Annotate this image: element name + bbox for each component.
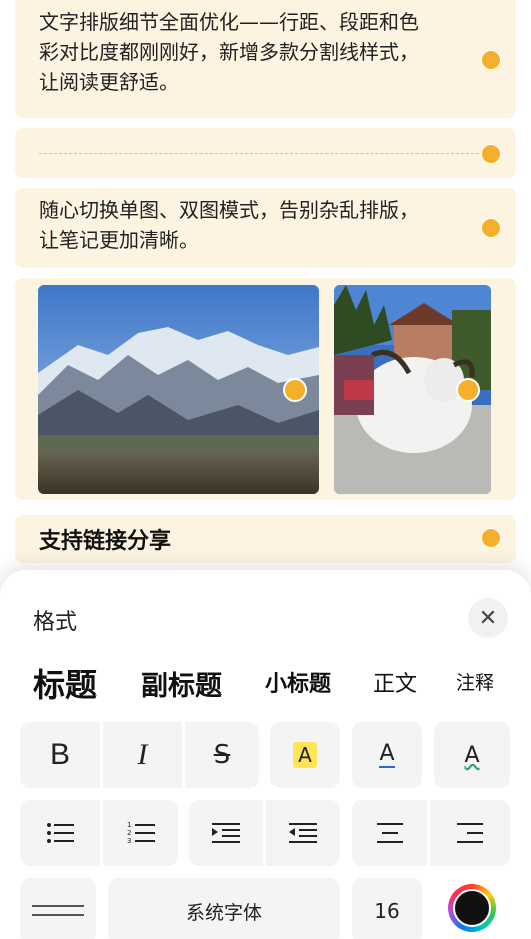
svg-text:1: 1 (127, 821, 131, 829)
style-title[interactable]: 标题 (33, 660, 97, 706)
style-annotation[interactable]: 注释 (456, 668, 494, 695)
panel-title: 格式 (33, 610, 78, 635)
color-picker-button[interactable] (448, 884, 496, 932)
image-handle-dot[interactable] (456, 378, 480, 402)
bold-icon: B (49, 738, 70, 771)
close-button[interactable]: ✕ (468, 598, 508, 638)
align-center-button[interactable] (352, 800, 427, 866)
wavy-underline-button[interactable]: A (434, 722, 510, 788)
text-block-2[interactable]: 随心切换单图、双图模式，告别杂乱排版， 让笔记更加清晰。 (15, 188, 516, 268)
close-icon: ✕ (478, 605, 498, 631)
wavy-underline-icon: A (464, 742, 480, 768)
style-body[interactable]: 正文 (373, 666, 417, 698)
highlight-button[interactable]: A (270, 722, 340, 788)
drag-handle-dot[interactable] (481, 50, 501, 70)
drag-handle-dot[interactable] (481, 218, 501, 238)
divider-style-icon (32, 905, 84, 916)
drag-handle-dot[interactable] (481, 528, 501, 548)
outdent-icon (289, 823, 317, 843)
numbered-list-button[interactable]: 1 2 3 (103, 800, 178, 866)
indent-button[interactable] (189, 800, 263, 866)
bullet-list-icon (47, 823, 74, 843)
current-color-swatch (453, 889, 491, 927)
numbered-list-icon: 1 2 3 (127, 821, 155, 845)
format-panel: 格式 ✕ 标题 副标题 小标题 正文 注释 B I S A A A 1 2 3 (0, 570, 531, 939)
highlight-icon: A (293, 742, 317, 768)
outdent-button[interactable] (266, 800, 340, 866)
image-block[interactable] (15, 278, 516, 500)
underline-button[interactable]: A (352, 722, 422, 788)
strikethrough-icon: S (213, 740, 231, 770)
italic-icon: I (137, 738, 148, 771)
align-center-icon (376, 823, 403, 843)
heading-text: 支持链接分享 (39, 529, 172, 554)
align-right-icon (457, 823, 483, 843)
style-subtitle[interactable]: 副标题 (141, 664, 222, 703)
font-size-button[interactable]: 16 (352, 878, 422, 939)
text-line: 随心切换单图、双图模式，告别杂乱排版， (39, 198, 419, 222)
align-right-button[interactable] (430, 800, 510, 866)
drag-handle-dot[interactable] (481, 144, 501, 164)
underline-icon: A (379, 741, 395, 768)
indent-icon (212, 823, 240, 843)
text-line: 彩对比度都刚刚好，新增多款分割线样式， (39, 40, 419, 64)
font-size-value: 16 (374, 899, 400, 923)
divider-block[interactable] (15, 128, 516, 178)
text-line: 文字排版细节全面优化——行距、段距和色 (39, 10, 419, 34)
style-small-heading[interactable]: 小标题 (265, 666, 331, 698)
mountain-photo[interactable] (38, 285, 319, 494)
text-line: 让阅读更舒适。 (39, 70, 179, 94)
image-handle-dot[interactable] (283, 378, 307, 402)
strikethrough-button[interactable]: S (185, 722, 259, 788)
text-line: 让笔记更加清晰。 (39, 228, 199, 252)
bullet-list-button[interactable] (20, 800, 100, 866)
svg-text:3: 3 (127, 837, 131, 845)
font-family-label: 系统字体 (185, 901, 262, 924)
dotted-divider (39, 153, 479, 154)
text-block-1[interactable]: 文字排版细节全面优化——行距、段距和色 彩对比度都刚刚好，新增多款分割线样式， … (15, 0, 516, 118)
svg-text:2: 2 (127, 829, 131, 837)
font-family-button[interactable]: 系统字体 (108, 878, 340, 939)
italic-button[interactable]: I (103, 722, 182, 788)
mountain-image-svg (38, 285, 319, 494)
heading-block[interactable]: 支持链接分享 (15, 515, 516, 563)
divider-style-button[interactable] (20, 878, 96, 939)
bold-button[interactable]: B (20, 722, 100, 788)
